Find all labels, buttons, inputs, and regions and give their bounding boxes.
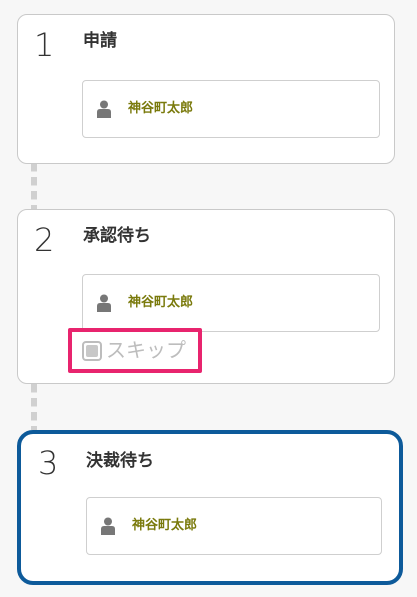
skip-highlight: スキップ	[68, 328, 202, 373]
skip-label[interactable]: スキップ	[106, 340, 186, 360]
skip-checkbox[interactable]	[82, 341, 102, 361]
workflow-step-card: 2 承認待ち 神谷町太郎 スキップ	[17, 209, 395, 384]
assignee-name: 神谷町太郎	[132, 518, 198, 533]
person-icon	[101, 517, 115, 535]
step-title: 申請	[83, 31, 117, 51]
workflow-step-card-current: 3 決裁待ち 神谷町太郎	[17, 430, 403, 585]
assignee-box[interactable]: 神谷町太郎	[82, 274, 380, 332]
step-title: 決裁待ち	[86, 451, 154, 471]
approval-workflow: 1 申請 神谷町太郎 2 承認待ち 神谷町太郎 スキップ 3 決裁待ち 神谷町太…	[0, 0, 417, 597]
assignee-name: 神谷町太郎	[128, 295, 194, 310]
assignee-name: 神谷町太郎	[128, 101, 194, 116]
step-connector	[31, 163, 37, 209]
workflow-step-card: 1 申請 神谷町太郎	[17, 14, 395, 164]
step-number: 3	[38, 444, 59, 482]
step-connector	[31, 384, 37, 430]
step-number: 2	[34, 221, 55, 259]
assignee-box[interactable]: 神谷町太郎	[82, 80, 380, 138]
step-number: 1	[34, 26, 55, 64]
step-title: 承認待ち	[83, 226, 151, 246]
person-icon	[97, 100, 111, 118]
person-icon	[97, 294, 111, 312]
assignee-box[interactable]: 神谷町太郎	[86, 497, 382, 555]
